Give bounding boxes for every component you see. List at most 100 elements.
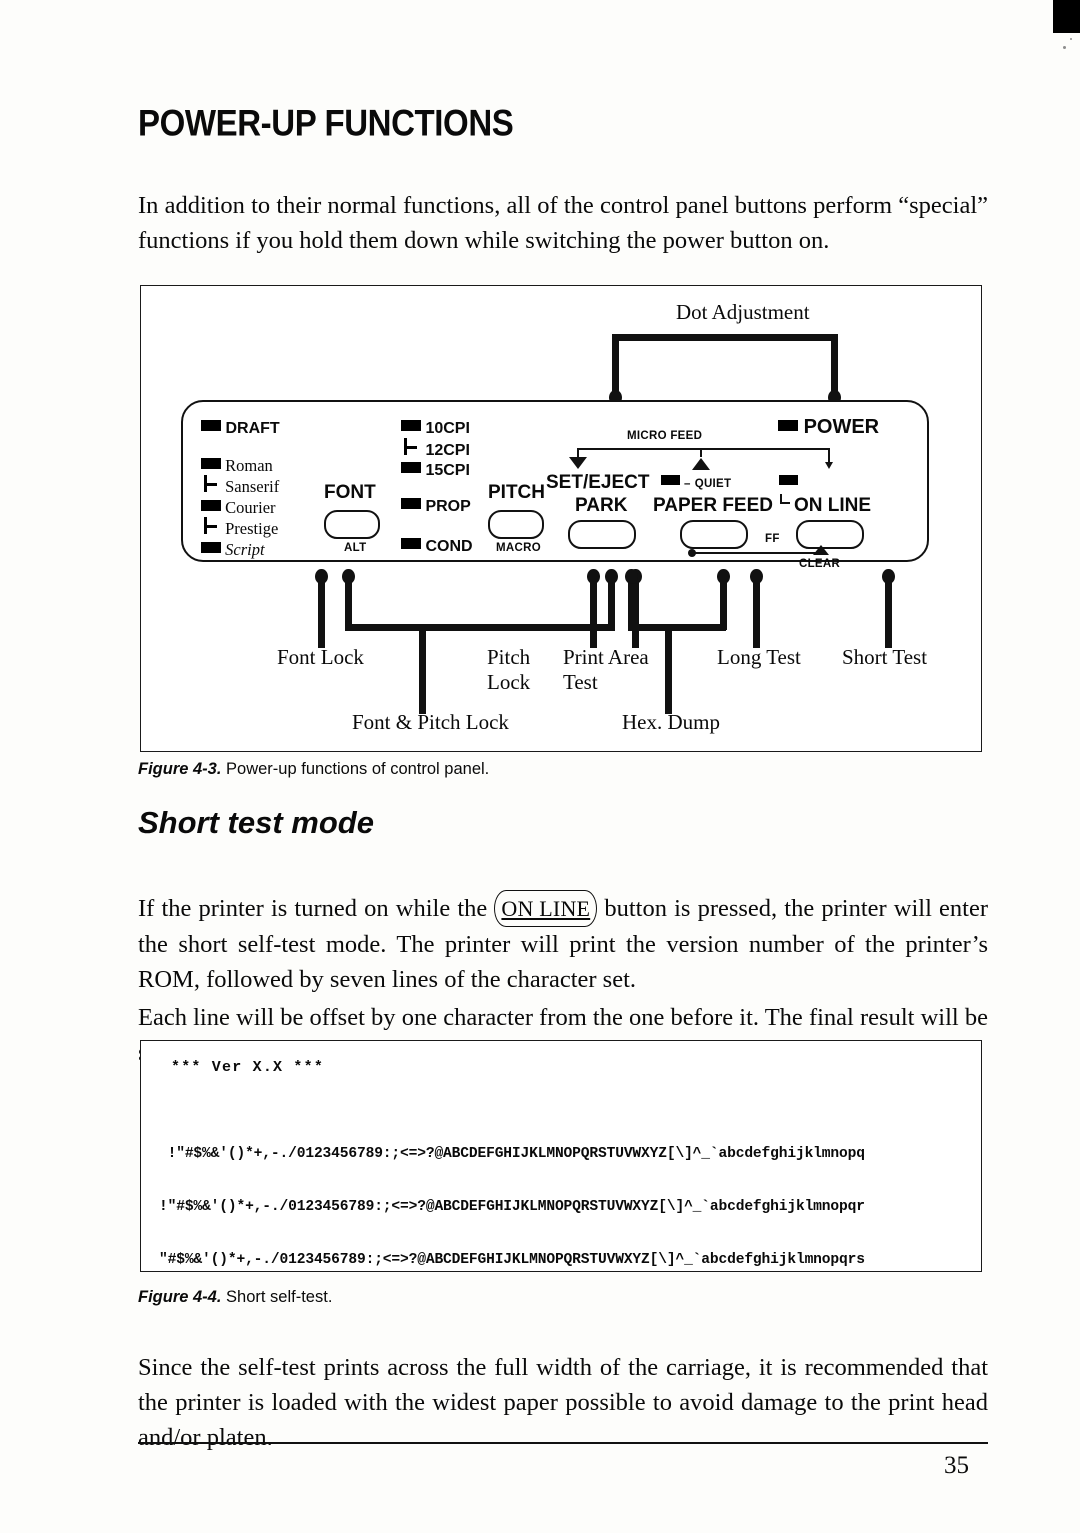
callout-font-pitch-lock: Font & Pitch Lock bbox=[352, 710, 509, 734]
scan-artifact bbox=[1053, 0, 1080, 33]
footer-rule bbox=[138, 1442, 988, 1445]
scan-speck bbox=[1070, 38, 1072, 40]
micro-feed-rail bbox=[577, 448, 830, 451]
intro-paragraph: In addition to their normal functions, a… bbox=[138, 191, 988, 254]
micro-feed-arrow-down-onlinetick bbox=[825, 462, 833, 469]
leader-hex-drop bbox=[665, 624, 672, 714]
callout-print-area-test: Print Area Test bbox=[563, 645, 649, 694]
on-line-button-reference: ON LINE bbox=[494, 889, 598, 927]
leader-hex-right bbox=[717, 569, 730, 630]
page-number: 35 bbox=[944, 1452, 969, 1479]
leader-fontpitch-bar bbox=[345, 624, 615, 631]
leader-print-area bbox=[587, 569, 600, 648]
font-group-label: FONT bbox=[324, 482, 376, 503]
dot-adjust-stem-left bbox=[609, 334, 622, 405]
micro-feed-tick-mid bbox=[700, 448, 703, 457]
park-label: PARK bbox=[575, 495, 628, 516]
arrow-down-icon bbox=[569, 457, 587, 469]
led-icon bbox=[778, 420, 798, 431]
dot-adjustment-label: Dot Adjustment bbox=[676, 300, 810, 324]
leader-long-test bbox=[750, 569, 763, 648]
callout-short-test: Short Test bbox=[842, 645, 928, 669]
leader-hex-bar bbox=[628, 624, 726, 631]
section-heading-short-test-mode: Short test mode bbox=[138, 805, 374, 840]
quiet-label: QUIET bbox=[694, 478, 732, 490]
led-icon bbox=[201, 542, 221, 553]
figure-4-4-caption-label: Figure 4-4. bbox=[138, 1288, 222, 1306]
paper-feed-label: PAPER FEED bbox=[653, 495, 774, 516]
set-eject-label: SET/EJECT bbox=[546, 472, 650, 493]
page-title: POWER-UP FUNCTIONS bbox=[138, 102, 514, 144]
callout-long-test: Long Test bbox=[717, 645, 801, 669]
indicator-10cpi: 10CPI bbox=[401, 420, 470, 438]
figure-4-4-caption: Figure 4-4. Short self-test. bbox=[138, 1288, 332, 1307]
indicator-cond: COND bbox=[401, 538, 473, 556]
led-icon bbox=[401, 498, 421, 509]
short-test-paragraph-3: Since the self-test prints across the fu… bbox=[138, 1353, 988, 1451]
macro-label: MACRO bbox=[496, 542, 541, 554]
indicator-roman: Roman bbox=[201, 456, 273, 476]
ff-rail bbox=[691, 552, 822, 555]
leader-short-test bbox=[882, 569, 895, 648]
leader-fontpitch-right bbox=[605, 569, 618, 630]
indicator-power: POWER bbox=[778, 416, 879, 439]
indicator-online bbox=[779, 474, 798, 492]
clear-arrow-up-icon bbox=[813, 545, 829, 555]
indicator-12cpi: 12CPI bbox=[401, 438, 470, 460]
figure-4-3-caption-label: Figure 4-3. bbox=[138, 760, 222, 778]
figure-4-3-caption-text: Power-up functions of control panel. bbox=[226, 760, 490, 778]
ff-origin-dot bbox=[688, 549, 696, 557]
indicator-prop: PROP bbox=[401, 498, 471, 516]
document-page: POWER-UP FUNCTIONS In addition to their … bbox=[0, 0, 1080, 1533]
bracket-icon bbox=[401, 438, 421, 455]
character-line: !"#$%&'()*+,-./0123456789:;<=>?@ABCDEFGH… bbox=[159, 1146, 865, 1163]
control-panel: DRAFT Roman Sanserif Courier Prestige Sc… bbox=[181, 400, 929, 570]
on-line-label: ON LINE bbox=[794, 495, 872, 516]
bracket-icon bbox=[201, 475, 221, 492]
version-line: *** Ver X.X *** bbox=[171, 1059, 325, 1076]
figure-4-4: *** Ver X.X *** !"#$%&'()*+,-./012345678… bbox=[140, 1040, 982, 1272]
leader-hex-left bbox=[625, 569, 638, 630]
led-icon bbox=[201, 420, 221, 431]
leader-font-lock bbox=[315, 569, 328, 648]
callout-pitch-lock: Pitch Lock bbox=[487, 645, 531, 694]
led-icon bbox=[401, 462, 421, 473]
set-eject-park-button[interactable] bbox=[568, 520, 636, 549]
pitch-group-label: PITCH bbox=[488, 482, 545, 503]
alt-label: ALT bbox=[344, 542, 367, 554]
short-test-p1-part-a: If the printer is turned on while the bbox=[138, 894, 488, 922]
scan-speck bbox=[1063, 46, 1066, 49]
micro-feed-label: MICRO FEED bbox=[627, 430, 703, 442]
character-set-block: !"#$%&'()*+,-./0123456789:;<=>?@ABCDEFGH… bbox=[159, 1111, 981, 1271]
paper-feed-button[interactable] bbox=[680, 520, 748, 549]
online-elbow-h bbox=[780, 502, 790, 505]
leader-fontpitch-drop bbox=[419, 624, 426, 714]
led-icon bbox=[401, 538, 421, 549]
figure-4-4-caption-text: Short self-test. bbox=[226, 1288, 333, 1306]
on-line-button[interactable] bbox=[796, 520, 864, 549]
font-button[interactable] bbox=[324, 510, 380, 539]
indicator-script: Script bbox=[201, 540, 265, 560]
callout-font-lock: Font Lock bbox=[277, 645, 364, 669]
micro-feed-tick-left bbox=[577, 448, 580, 457]
indicator-draft: DRAFT bbox=[201, 420, 280, 438]
indicator-15cpi: 15CPI bbox=[401, 462, 470, 480]
indicator-sanserif: Sanserif bbox=[201, 475, 279, 497]
figure-4-3-caption: Figure 4-3. Power-up functions of contro… bbox=[138, 760, 489, 779]
indicator-prestige: Prestige bbox=[201, 517, 278, 539]
short-test-paragraph-1: If the printer is turned on while the ON… bbox=[138, 889, 988, 997]
indicator-quiet: – QUIET bbox=[661, 474, 731, 492]
character-line: !"#$%&'()*+,-./0123456789:;<=>?@ABCDEFGH… bbox=[159, 1198, 865, 1215]
led-icon bbox=[201, 458, 221, 469]
character-line: "#$%&'()*+,-./0123456789:;<=>?@ABCDEFGHI… bbox=[159, 1251, 865, 1268]
pitch-button[interactable] bbox=[488, 510, 544, 539]
dot-adjust-stem-right bbox=[828, 334, 841, 405]
dot-adjust-bracket-top bbox=[612, 334, 838, 341]
clear-label: CLEAR bbox=[799, 558, 841, 570]
quiet-dash: – bbox=[684, 478, 691, 490]
ff-label: FF bbox=[765, 533, 780, 545]
callout-hex-dump: Hex. Dump bbox=[622, 710, 720, 734]
led-icon bbox=[201, 500, 221, 511]
led-icon bbox=[401, 420, 421, 431]
indicator-courier: Courier bbox=[201, 498, 276, 518]
